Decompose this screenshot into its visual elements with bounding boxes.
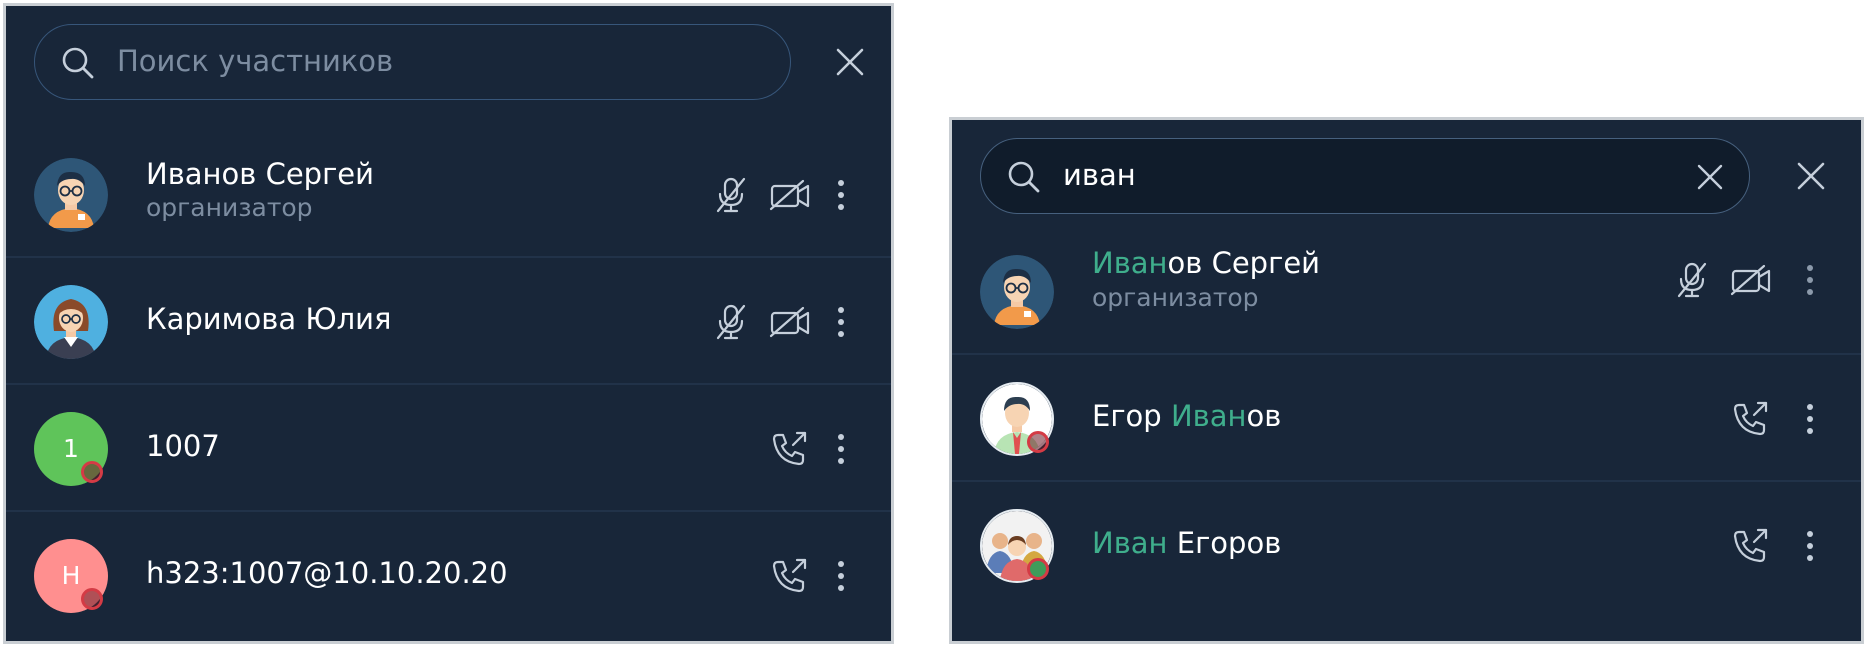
- participant-name: Каримова Юлия: [146, 302, 392, 336]
- more-vertical-icon[interactable]: [1800, 260, 1820, 300]
- name-rest: Егоров: [1167, 526, 1282, 560]
- search-placeholder: Поиск участников: [117, 44, 394, 78]
- male-glasses-avatar: [34, 158, 108, 232]
- status-offline-icon: [1027, 431, 1049, 453]
- call-icon[interactable]: [769, 556, 809, 596]
- status-offline-icon: [81, 588, 103, 610]
- search-input[interactable]: иван: [980, 138, 1750, 214]
- participant-row[interactable]: Иван Егоров: [952, 482, 1861, 609]
- name-match-highlight: Иван: [1170, 399, 1247, 433]
- more-vertical-icon[interactable]: [1800, 399, 1820, 439]
- search-value: иван: [1063, 158, 1136, 192]
- participant-name: Иван Егоров: [1092, 526, 1281, 560]
- more-vertical-icon[interactable]: [831, 175, 851, 215]
- search-input[interactable]: Поиск участников: [34, 24, 791, 100]
- participant-name: Иванов Сергей: [146, 157, 374, 191]
- call-icon[interactable]: [1730, 526, 1770, 566]
- call-icon[interactable]: [1730, 399, 1770, 439]
- participant-name: Иванов Сергей: [1092, 246, 1320, 280]
- clear-search-icon[interactable]: [1695, 162, 1725, 192]
- participant-role: организатор: [146, 193, 313, 222]
- participant-name: h323:1007@10.10.20.20: [146, 556, 508, 590]
- participant-row[interactable]: Каримова Юлия: [6, 258, 891, 385]
- camera-off-icon[interactable]: [1730, 260, 1772, 300]
- call-icon[interactable]: [769, 429, 809, 469]
- status-offline-icon: [1027, 558, 1049, 580]
- mic-off-icon[interactable]: [711, 302, 751, 342]
- more-vertical-icon[interactable]: [831, 302, 851, 342]
- male-glasses-avatar: [980, 255, 1054, 329]
- participants-panel-filtered: иван Иванов Сергей организатор Егор Иван…: [949, 117, 1864, 644]
- name-rest: ов Сергей: [1167, 246, 1321, 280]
- camera-off-icon[interactable]: [769, 175, 811, 215]
- name-rest: Егор: [1092, 399, 1171, 433]
- more-vertical-icon[interactable]: [1800, 526, 1820, 566]
- participant-row[interactable]: Егор Иванов: [952, 355, 1861, 482]
- name-rest: ов: [1246, 399, 1282, 433]
- mic-off-icon[interactable]: [711, 175, 751, 215]
- mic-off-icon[interactable]: [1672, 260, 1712, 300]
- participants-panel: Поиск участников Иванов Сергей организат…: [3, 3, 894, 644]
- close-icon[interactable]: [1794, 159, 1828, 193]
- status-offline-icon: [81, 461, 103, 483]
- participant-row[interactable]: 1 1007: [6, 385, 891, 512]
- name-match-highlight: Иван: [1092, 526, 1168, 560]
- participant-role: организатор: [1092, 283, 1259, 312]
- participant-name: Егор Иванов: [1092, 399, 1281, 433]
- name-match-highlight: Иван: [1092, 246, 1168, 280]
- participant-row[interactable]: Иванов Сергей организатор: [952, 228, 1861, 355]
- participant-row[interactable]: H h323:1007@10.10.20.20: [6, 512, 891, 639]
- participant-row[interactable]: Иванов Сергей организатор: [6, 131, 891, 258]
- search-icon: [62, 47, 94, 79]
- more-vertical-icon[interactable]: [831, 429, 851, 469]
- close-icon[interactable]: [833, 45, 867, 79]
- search-row: иван: [952, 120, 1861, 214]
- camera-off-icon[interactable]: [769, 302, 811, 342]
- participant-name: 1007: [146, 429, 220, 463]
- more-vertical-icon[interactable]: [831, 556, 851, 596]
- search-row: Поиск участников: [6, 6, 891, 100]
- search-icon: [1008, 161, 1040, 193]
- female-glasses-avatar: [34, 285, 108, 359]
